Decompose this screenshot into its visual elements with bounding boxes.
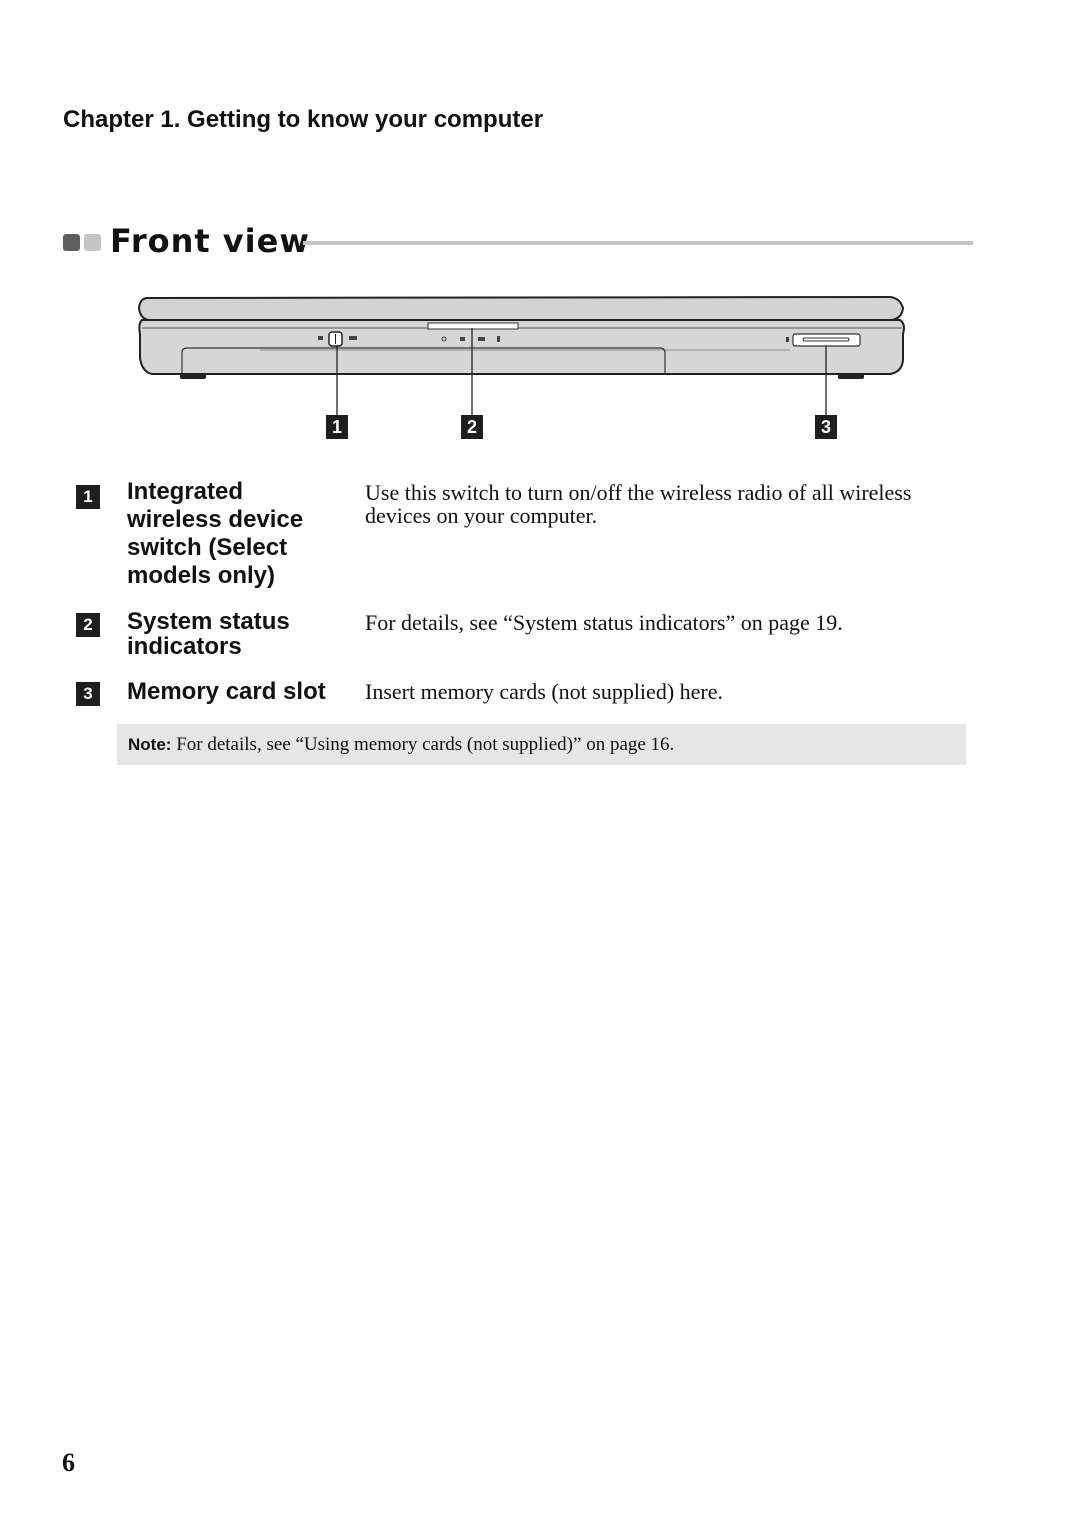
note-box: Note: For details, see “Using memory car… xyxy=(117,724,966,765)
section-bullet-light-icon xyxy=(84,234,101,251)
wireless-on-icon xyxy=(349,336,357,340)
section-header: Front view xyxy=(63,222,973,266)
item-number: 3 xyxy=(76,682,100,706)
note-text: Note: For details, see “Using memory car… xyxy=(128,734,674,756)
wireless-indicator-icon xyxy=(478,337,485,341)
callout-3: 3 xyxy=(815,415,837,439)
right-foot xyxy=(838,374,864,379)
laptop-front-view-figure: 1 2 3 xyxy=(130,290,920,450)
section-rule xyxy=(303,241,973,245)
note-label: Note: xyxy=(128,735,172,754)
item-term: Memory card slot xyxy=(127,678,326,705)
laptop-front-illustration xyxy=(137,295,905,415)
indicator-window xyxy=(427,322,519,330)
page-number: 6 xyxy=(62,1448,75,1477)
item-description: Insert memory cards (not supplied) here. xyxy=(365,679,723,704)
item-description: Use this switch to turn on/off the wirel… xyxy=(365,480,912,528)
card-slot-icon xyxy=(786,337,789,342)
item-number: 1 xyxy=(76,485,100,509)
battery-indicator-icon xyxy=(460,337,465,341)
callout-1: 1 xyxy=(326,415,348,439)
item-term: Integrated wireless device switch (Selec… xyxy=(127,478,304,589)
item-term: System status indicators xyxy=(127,608,290,660)
laptop-lid xyxy=(137,295,905,321)
section-title: Front view xyxy=(110,222,310,260)
callout-2: 2 xyxy=(461,415,483,439)
item-number: 2 xyxy=(76,613,100,637)
note-body: For details, see “Using memory cards (no… xyxy=(171,734,675,755)
section-bullet-dark-icon xyxy=(63,234,80,251)
chapter-heading: Chapter 1. Getting to know your computer xyxy=(63,106,544,133)
wireless-off-icon xyxy=(318,336,323,340)
item-description: For details, see “System status indicato… xyxy=(365,610,843,635)
drive-indicator-icon xyxy=(497,336,500,342)
left-foot xyxy=(180,374,206,379)
